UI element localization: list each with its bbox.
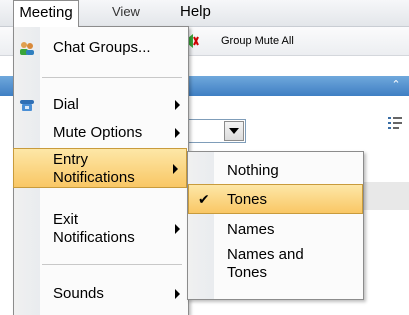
phone-icon (20, 100, 34, 111)
submenu-item-names[interactable]: Names (188, 214, 363, 244)
menu-item-label: Sounds (53, 285, 104, 302)
menu-item-exit-notifications[interactable]: Exit Notifications (14, 209, 188, 249)
menu-view[interactable]: View (104, 0, 148, 24)
menu-item-mute-options[interactable]: Mute Options (14, 119, 188, 147)
chevron-right-icon (175, 289, 180, 299)
submenu-item-label: Tones (227, 191, 268, 208)
chat-groups-icon (20, 42, 34, 55)
menu-item-label: Dial (53, 96, 79, 113)
menu-item-entry-notifications[interactable]: Entry Notifications (13, 148, 187, 188)
chevron-right-icon (175, 128, 180, 138)
menu-separator (42, 77, 182, 78)
group-mute-label: Group Mute All (221, 35, 294, 47)
submenu-item-nothing[interactable]: Nothing (188, 155, 363, 185)
submenu-item-names-and-tones[interactable]: Names and Tones (188, 244, 363, 288)
submenu-item-label: Names and Tones (227, 246, 304, 281)
entry-notifications-submenu: Nothing ✔ Tones Names Names and Tones (187, 151, 364, 300)
filter-dropdown[interactable] (186, 119, 246, 143)
checkmark-icon: ✔ (198, 191, 210, 207)
menu-item-label: Mute Options (53, 124, 143, 141)
chevron-down-icon[interactable] (224, 121, 244, 141)
menu-item-label: Chat Groups... (53, 39, 151, 56)
meeting-menu: Chat Groups... Dial Mute Options Entry N… (13, 26, 189, 315)
chevron-right-icon (173, 164, 178, 174)
submenu-item-label: Names (227, 221, 275, 238)
menu-help[interactable]: Help (172, 0, 219, 24)
menu-item-label: Entry Notifications (53, 151, 135, 186)
chevron-right-icon (175, 224, 180, 234)
submenu-item-label: Nothing (227, 162, 279, 179)
menu-item-sounds[interactable]: Sounds (14, 280, 188, 308)
menu-item-chat-groups[interactable]: Chat Groups... (14, 34, 188, 62)
menu-item-dial[interactable]: Dial (14, 91, 188, 119)
menu-bar: Meeting View Help (0, 0, 409, 27)
menu-item-label: Exit Notifications (53, 211, 135, 246)
chevron-right-icon (175, 100, 180, 110)
collapse-icon[interactable]: ⌃ (389, 78, 403, 92)
submenu-item-tones[interactable]: ✔ Tones (188, 184, 363, 214)
list-options-icon[interactable] (387, 115, 403, 131)
menu-meeting[interactable]: Meeting (13, 0, 79, 27)
menu-separator (42, 264, 182, 265)
